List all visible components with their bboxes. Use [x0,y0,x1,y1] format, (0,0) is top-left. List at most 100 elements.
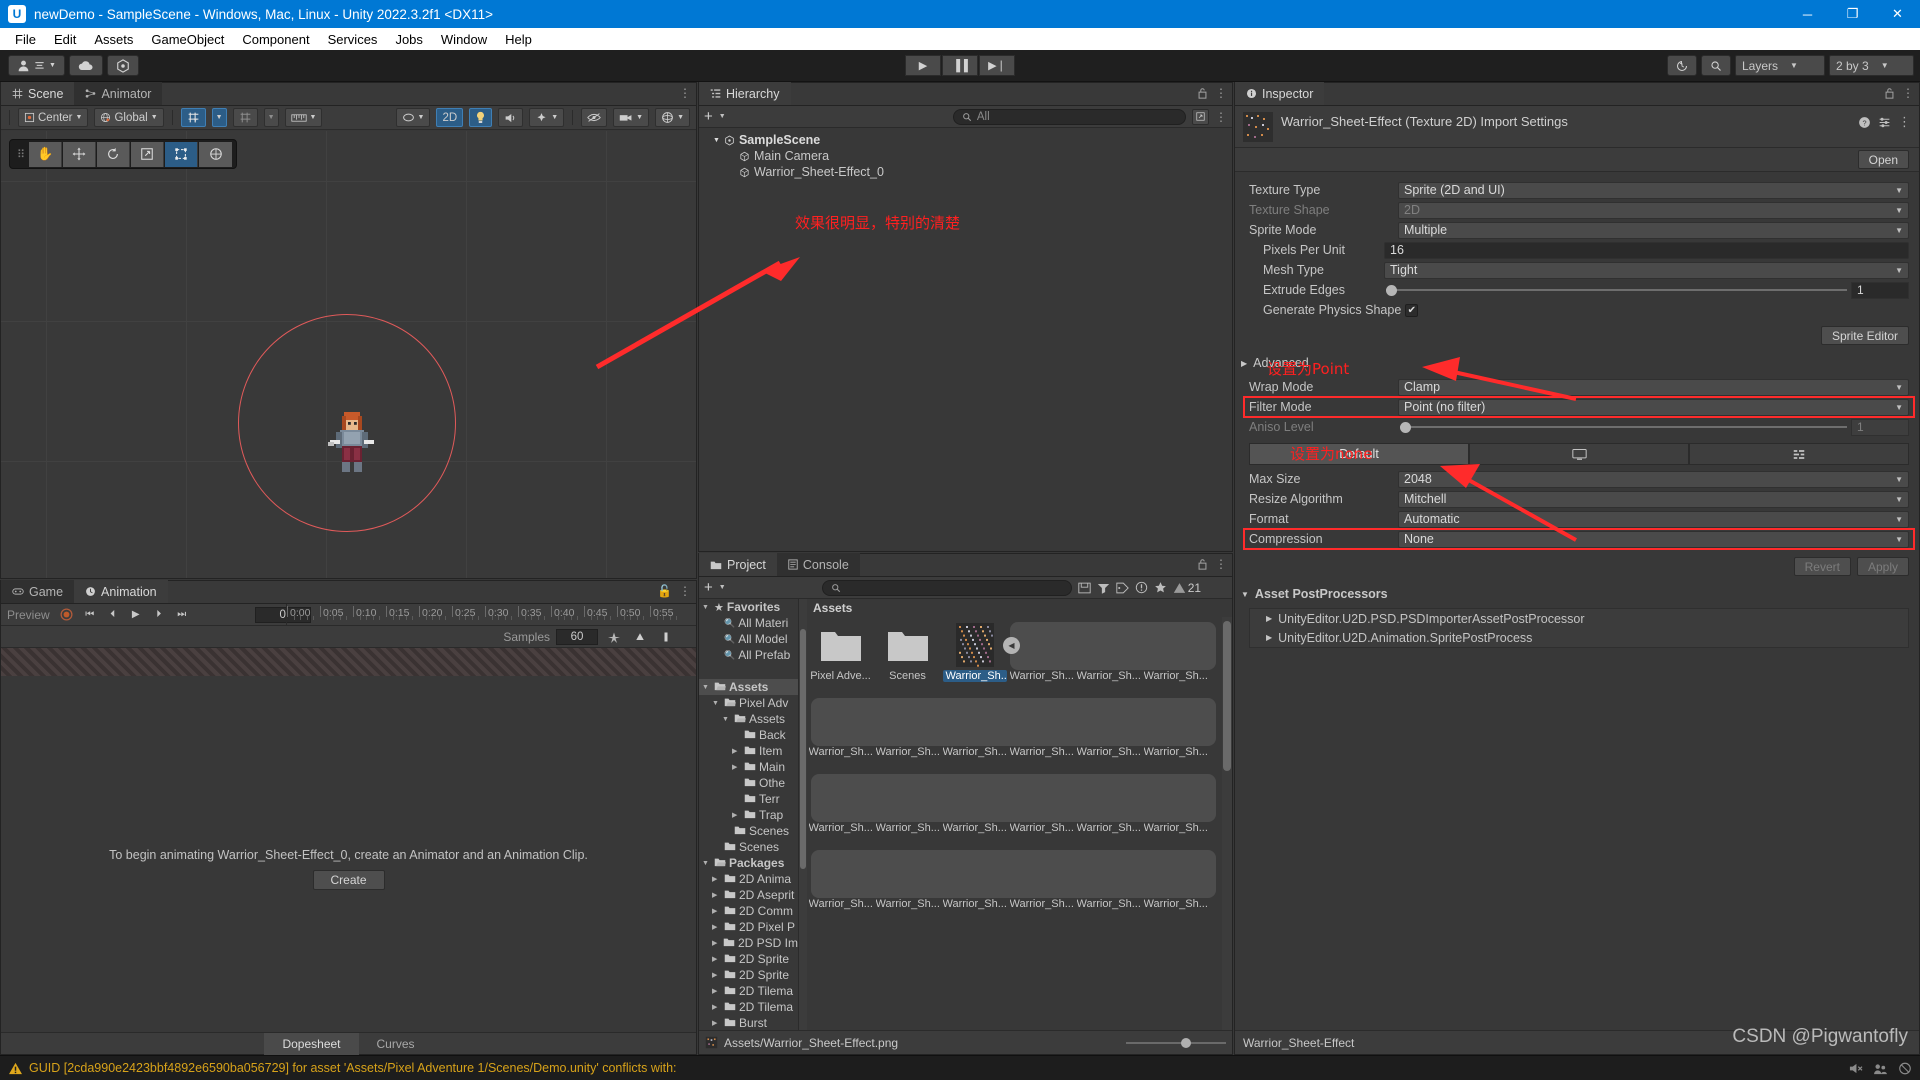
help-icon[interactable]: ? [1858,116,1871,129]
chevron-right-icon[interactable]: ▶ [712,939,720,947]
platform-tab-android[interactable] [1689,443,1909,465]
hand-tool[interactable]: ✋ [29,141,63,167]
inspector-dropdown[interactable]: Multiple ▼ [1398,221,1909,239]
project-tree-item[interactable]: Othe [699,775,798,791]
record-button[interactable] [57,606,77,623]
inspector-dropdown[interactable]: 2048 ▼ [1398,470,1909,488]
last-frame-button[interactable]: ⏭ [172,606,192,623]
menu-edit[interactable]: Edit [45,30,85,49]
tab-animator[interactable]: Animator [74,82,163,105]
project-tree-item[interactable]: Back [699,727,798,743]
chevron-right-icon[interactable]: ▶ [712,1019,721,1027]
scale-tool[interactable] [131,141,165,167]
services-button[interactable] [106,55,139,76]
asset-grid-cell[interactable]: Warrior_Sh... [941,617,1008,693]
inspector-slider-value[interactable]: 1 [1851,418,1909,436]
inspector-slider[interactable]: 1 [1384,281,1909,299]
project-tree-item[interactable]: Terr [699,791,798,807]
rotate-tool[interactable] [97,141,131,167]
chevron-right-icon[interactable]: ▶ [732,763,741,771]
project-tree-item[interactable]: ▶ 2D Comm [699,903,798,919]
chevron-down-icon[interactable]: ▼ [719,113,726,120]
chevron-right-icon[interactable]: ▶ [712,955,721,963]
project-tree-item[interactable] [699,663,798,679]
mute-audio-icon[interactable] [1848,1062,1863,1075]
add-keyframe-icon[interactable] [604,628,624,645]
grid-snap-dropdown[interactable]: ▼ [211,108,227,127]
ruler-button[interactable]: ▼ [284,108,323,127]
chevron-right-icon[interactable]: ▶ [732,811,741,819]
kebab-menu-icon[interactable]: ⋮ [1215,557,1227,571]
favorite-icon[interactable] [1154,581,1167,594]
project-tree-item[interactable]: ▶ 2D Anima [699,871,798,887]
chevron-down-icon[interactable]: ▼ [713,137,720,144]
add-gameobject-button[interactable]: + [704,109,713,124]
animation-timeline-body[interactable]: To begin animating Warrior_Sheet-Effect_… [1,648,696,1032]
tab-curves[interactable]: Curves [359,1033,433,1055]
hierarchy-expand-button[interactable] [1192,108,1210,125]
menu-gameobject[interactable]: GameObject [142,30,233,49]
history-button[interactable] [1667,55,1697,76]
play-animation-button[interactable]: ▶ [126,606,146,623]
project-tree-item[interactable]: ▶ 2D Aseprit [699,887,798,903]
menu-help[interactable]: Help [496,30,541,49]
chevron-right-icon[interactable]: ▶ [712,891,721,899]
project-tree-item[interactable]: ▼ Pixel Adv [699,695,798,711]
open-button[interactable]: Open [1857,150,1909,169]
project-tree-item[interactable]: 🔍 All Model [699,631,798,647]
shading-mode-dropdown[interactable]: ▼ [395,108,431,127]
menu-assets[interactable]: Assets [85,30,142,49]
inspector-dropdown[interactable]: Point (no filter) ▼ [1398,398,1909,416]
project-tree-item[interactable]: ▶ 2D Sprite [699,967,798,983]
project-tree-item[interactable]: 🔍 All Prefab [699,647,798,663]
slider-knob[interactable] [1386,284,1397,296]
apply-button[interactable]: Apply [1856,557,1909,576]
chevron-down-icon[interactable]: ▼ [702,684,711,691]
kebab-menu-icon[interactable]: ⋮ [679,86,691,100]
asset-grid-cell[interactable]: Pixel Adve... [807,617,874,693]
postprocessor-item[interactable]: ▶ UnityEditor.U2D.Animation.SpritePostPr… [1250,628,1908,647]
chevron-right-icon[interactable]: ▶ [712,875,721,883]
tab-hierarchy[interactable]: Hierarchy [699,82,791,105]
magnet-snap-dropdown[interactable]: ▼ [263,108,279,127]
project-folder-tree[interactable]: ▼ ★ Favorites 🔍 All Materi 🔍 All Model 🔍 All Pre… [699,599,799,1030]
inspector-slider[interactable]: 1 [1398,418,1909,436]
kebab-menu-icon[interactable]: ⋮ [1215,86,1227,100]
first-frame-button[interactable]: ⏮ [80,606,100,623]
tab-animation[interactable]: Animation [74,580,168,603]
maximize-button[interactable]: ❐ [1830,0,1875,28]
chevron-down-icon[interactable]: ▼ [722,716,731,723]
add-property-icon[interactable] [656,628,676,645]
chevron-right-icon[interactable]: ▶ [712,987,721,995]
preset-icon[interactable] [1878,116,1891,129]
rect-tool[interactable] [165,141,199,167]
hierarchy-item-main-camera[interactable]: Main Camera [699,148,1232,164]
samples-field[interactable]: 60 [556,628,598,645]
project-grid-scrollbar[interactable] [1222,617,1232,1030]
collab-icon[interactable] [1873,1062,1888,1075]
chevron-right-icon[interactable]: ▶ [712,1003,721,1011]
space-dropdown[interactable]: Global ▼ [94,108,164,127]
tab-scene[interactable]: Scene [1,82,75,105]
filter-label-icon[interactable] [1116,582,1129,594]
project-tree-item[interactable]: ▼ Packages [699,855,798,871]
search-button[interactable] [1701,55,1731,76]
inspector-dropdown[interactable]: Sprite (2D and UI) ▼ [1398,181,1909,199]
menu-component[interactable]: Component [233,30,318,49]
project-tree-item[interactable]: ▶ 2D Sprite [699,951,798,967]
create-asset-button[interactable]: + [704,580,713,595]
chevron-right-icon[interactable]: ▶ [712,971,721,979]
step-button[interactable]: ▶❘ [979,55,1015,76]
hierarchy-item-samplescene[interactable]: ▼ SampleScene [699,132,1232,148]
thumbnail-size-slider[interactable] [1126,1037,1226,1048]
inspector-dropdown[interactable]: Automatic ▼ [1398,510,1909,528]
project-tree-item[interactable]: ▶ 2D Tilema [699,983,798,999]
pivot-dropdown[interactable]: Center ▼ [18,108,89,127]
account-button[interactable]: ▼ [8,55,65,76]
pause-button[interactable]: ▐▐ [942,55,978,76]
play-button[interactable]: ▶ [905,55,941,76]
chevron-down-icon[interactable]: ▼ [719,584,726,591]
hierarchy-item-warrior[interactable]: Warrior_Sheet-Effect_0 [699,164,1232,180]
revert-button[interactable]: Revert [1793,557,1851,576]
animation-timeline-ruler[interactable]: 0:00 0:05 0:10 0:15 0:20 0:25 0:30 0:35 0:40 0:45… [286,604,680,626]
